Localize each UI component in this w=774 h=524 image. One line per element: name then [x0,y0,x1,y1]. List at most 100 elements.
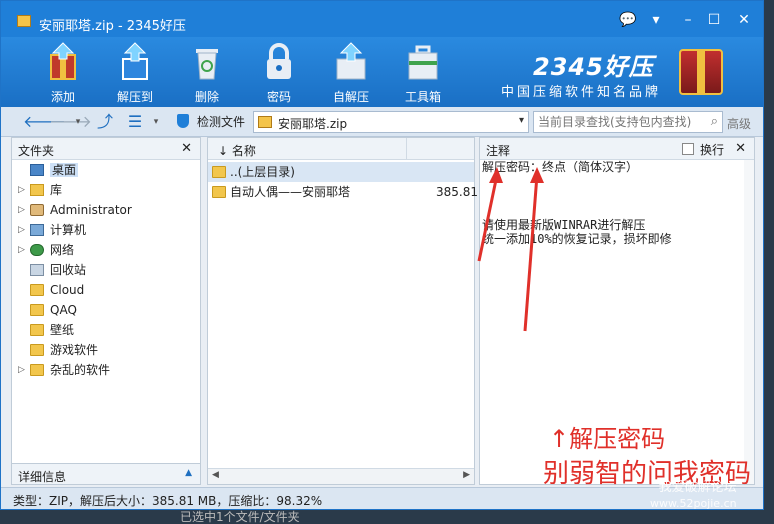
self-extract-icon [336,42,366,80]
lock-icon [267,43,291,79]
tree-item-wallpaper[interactable]: 壁纸 [12,320,200,340]
tree-item-administrator[interactable]: ▷ Administrator [12,200,200,220]
trash-icon [196,49,218,80]
wrap-label: 换行 [700,143,725,157]
path-text: 安丽耶塔.zip [278,117,348,131]
tree-item-library[interactable]: ▷ 库 [12,180,200,200]
shield-icon [177,114,189,128]
user-icon [30,204,44,216]
tree-item-qaq[interactable]: QAQ [12,300,200,320]
maximize-button[interactable]: ☐ [703,11,725,29]
expand-icon[interactable]: ▷ [18,180,25,200]
tree-item-cloud[interactable]: Cloud [12,280,200,300]
folder-icon [30,284,44,296]
detect-file-button[interactable]: 检测文件 [197,113,245,130]
column-separator[interactable] [406,138,407,160]
file-list-header: ↓ 名称 [208,138,474,160]
file-row[interactable]: 自动人偶——安丽耶塔 385.81 [208,182,478,202]
brand-slogan: 中国压缩软件知名品牌 [501,85,662,100]
add-label: 添加 [50,90,75,104]
folder-pane-header: 文件夹 ✕ [12,138,200,160]
tree-item-games[interactable]: 游戏软件 [12,340,200,360]
comment-pane-header: 注释 换行 ✕ [480,138,754,160]
column-name-header[interactable]: ↓ 名称 [218,142,256,159]
comment-pane-title: 注释 [486,144,511,158]
address-bar: 🡐 🡒 ▾ ⤴ ☰ ▾ 检测文件 安丽耶塔.zip ▾ ⌕ 高级 [1,107,763,137]
network-icon [30,244,44,256]
view-dropdown-icon[interactable]: ▾ [151,112,161,132]
folder-tree: 桌面 ▷ 库 ▷ Administrator ▷ 计算机 ▷ 网络 回收站 Cl… [12,160,200,380]
tree-item-network[interactable]: ▷ 网络 [12,240,200,260]
horizontal-scrollbar[interactable]: ◀ ▶ [208,468,474,484]
wrap-checkbox[interactable] [682,143,694,155]
search-icon[interactable]: ⌕ [711,114,718,129]
delete-button[interactable]: 删除 [177,41,237,105]
add-archive-icon [50,42,76,80]
watermark: 我爱破解论坛 www.52pojie.cn [650,480,737,512]
status-bar: 类型：ZIP，解压后大小：385.81 MB，压缩比：98.32% [1,487,763,509]
scroll-left-icon[interactable]: ◀ [212,470,219,480]
tree-item-misc-software[interactable]: ▷ 杂乱的软件 [12,360,200,380]
minimize-button[interactable]: – [677,11,699,29]
add-button[interactable]: 添加 [33,41,93,105]
expand-icon[interactable]: ▷ [18,200,25,220]
tree-item-computer[interactable]: ▷ 计算机 [12,220,200,240]
expand-icon[interactable]: ▷ [18,360,25,380]
brand-logo: 2345好压 [533,53,654,81]
desktop-icon [30,164,44,176]
red-arrows [477,167,544,332]
view-list-icon[interactable]: ☰ [125,112,145,132]
scroll-right-icon[interactable]: ▶ [463,470,470,480]
watermark-url: www.52pojie.cn [650,497,737,510]
toolbox-button[interactable]: 工具箱 [393,41,453,105]
title-bar[interactable]: 安丽耶塔.zip - 2345好压 💬 ▾ – ☐ ✕ [1,1,763,37]
status-text: 类型：ZIP，解压后大小：385.81 MB，压缩比：98.32% [13,494,323,508]
delete-label: 删除 [194,90,219,104]
recycle-bin-icon [30,264,44,276]
close-button[interactable]: ✕ [733,11,755,29]
advanced-search-link[interactable]: 高级 [727,115,751,132]
details-header[interactable]: 详细信息 ▲ [11,463,201,485]
folder-icon [212,166,226,178]
password-label: 密码 [266,90,291,104]
computer-icon [30,224,44,236]
watermark-title: 我爱破解论坛 [658,480,737,495]
sfx-button[interactable]: 自解压 [321,41,381,105]
forward-arrow-icon[interactable]: 🡒 [49,112,92,132]
toolbox-icon [408,45,438,80]
folder-icon [30,344,44,356]
search-input[interactable] [534,112,694,132]
back-arrow-icon[interactable]: 🡐 [23,112,66,132]
menu-icon[interactable]: ▾ [645,11,667,29]
expand-icon[interactable]: ▷ [18,240,25,260]
window-title: 安丽耶塔.zip - 2345好压 [39,19,186,34]
tree-item-recycle-bin[interactable]: 回收站 [12,260,200,280]
details-title: 详细信息 [18,470,67,484]
app-window: 安丽耶塔.zip - 2345好压 💬 ▾ – ☐ ✕ 添加 解压到 删除 密码… [0,0,764,510]
path-dropdown-icon[interactable]: ▾ [519,115,524,126]
history-dropdown-icon[interactable]: ▾ [73,112,83,132]
close-comment-pane-icon[interactable]: ✕ [735,141,746,156]
zip-icon [17,15,31,27]
sfx-label: 自解压 [332,90,369,104]
path-field[interactable]: 安丽耶塔.zip ▾ [253,111,529,133]
password-button[interactable]: 密码 [249,41,309,105]
vertical-scrollbar[interactable] [744,160,754,484]
folder-icon [30,304,44,316]
search-box: ⌕ [533,111,723,133]
extract-to-button[interactable]: 解压到 [105,41,165,105]
feedback-icon[interactable]: 💬 [617,11,639,29]
extract-icon [122,42,148,80]
close-folder-pane-icon[interactable]: ✕ [181,141,192,156]
file-list-pane: ↓ 名称 ..(上层目录) 自动人偶——安丽耶塔 385.81 ◀ ▶ [207,137,478,485]
tree-item-desktop[interactable]: 桌面 [12,160,200,180]
file-row-parent[interactable]: ..(上层目录) [208,162,474,182]
folder-icon [30,364,44,376]
folder-icon [212,186,226,198]
up-folder-icon[interactable]: ⤴ [95,112,115,132]
expand-icon[interactable]: ▷ [18,220,25,240]
folder-icon [30,324,44,336]
extract-to-label: 解压到 [116,90,153,104]
brand-area: 2345好压 中国压缩软件知名品牌 [501,45,761,101]
collapse-up-icon[interactable]: ▲ [185,468,192,478]
